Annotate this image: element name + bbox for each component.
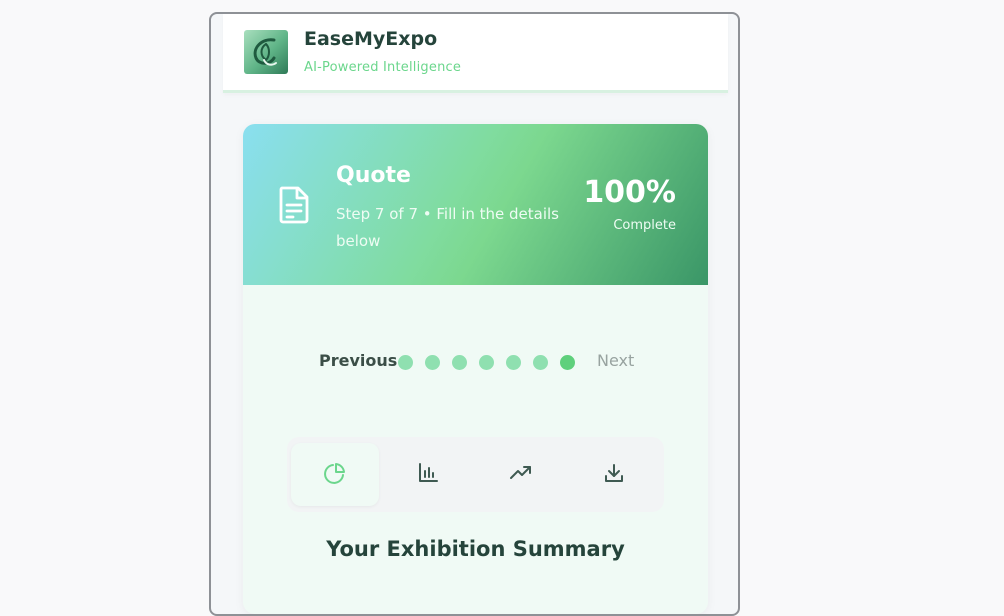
brand-tagline: AI-Powered Intelligence — [304, 60, 462, 75]
tab-trending-up[interactable] — [477, 443, 565, 506]
step-dot-5[interactable] — [506, 355, 521, 370]
step-subtitle: Step 7 of 7 • Fill in the details below — [336, 205, 559, 250]
step-dot-1[interactable] — [398, 355, 413, 370]
step-dot-3[interactable] — [452, 355, 467, 370]
brand-name: EaseMyExpo — [304, 28, 438, 50]
summary-tabs — [287, 437, 664, 512]
pie-chart-icon — [324, 462, 346, 488]
summary-title: Your Exhibition Summary — [326, 537, 625, 561]
previous-button[interactable]: Previous — [319, 351, 397, 370]
app-header: EaseMyExpo AI-Powered Intelligence — [223, 14, 728, 93]
progress-percent: 100% — [583, 175, 676, 210]
next-button[interactable]: Next — [597, 351, 634, 370]
app-frame: EaseMyExpo AI-Powered Intelligence Quote… — [209, 12, 740, 616]
leaf-logo — [244, 30, 288, 74]
quote-card: Quote Step 7 of 7 • Fill in the details … — [243, 124, 708, 614]
step-title: Quote — [336, 163, 411, 188]
progress-percent-label: Complete — [613, 218, 676, 233]
document-icon — [278, 186, 310, 228]
progress-hero: Quote Step 7 of 7 • Fill in the details … — [243, 124, 708, 285]
step-navigator: Previous Next — [243, 348, 708, 378]
step-dot-2[interactable] — [425, 355, 440, 370]
tab-pie-chart[interactable] — [291, 443, 379, 506]
trending-up-icon — [509, 462, 533, 488]
step-dot-4[interactable] — [479, 355, 494, 370]
bar-chart-icon — [417, 462, 439, 488]
download-icon — [603, 462, 625, 488]
step-dot-7[interactable] — [560, 355, 575, 370]
tab-download[interactable] — [570, 443, 658, 506]
step-dot-6[interactable] — [533, 355, 548, 370]
tab-bar-chart[interactable] — [384, 443, 472, 506]
